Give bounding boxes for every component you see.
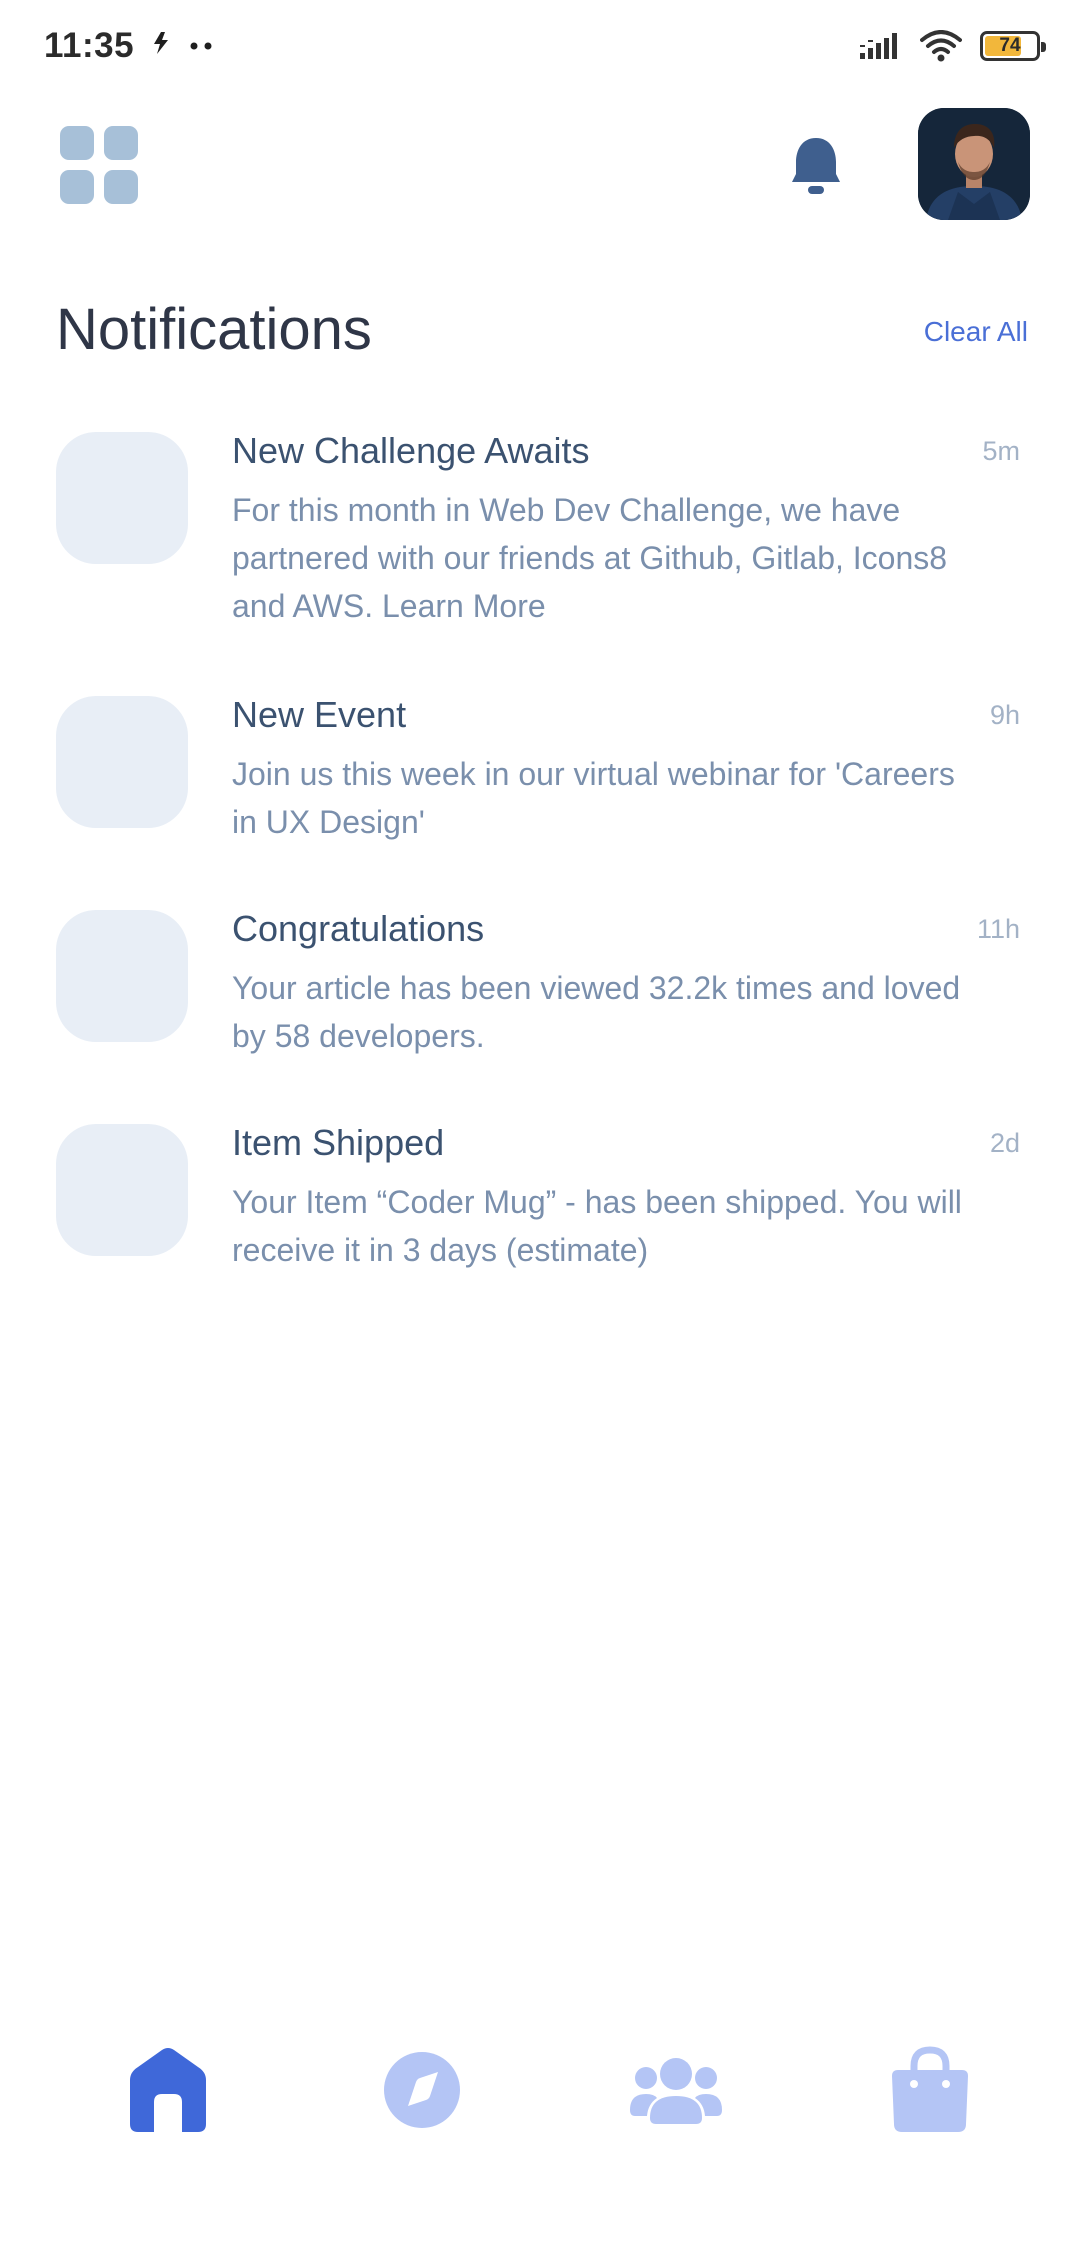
notification-thumbnail xyxy=(56,696,188,828)
notification-time: 5m xyxy=(982,436,1020,466)
status-time: 11:35 xyxy=(44,26,135,65)
notification-body: Your article has been viewed 32.2k times… xyxy=(232,970,961,1054)
clear-all-button[interactable]: Clear All xyxy=(924,316,1028,348)
battery-level: 74 xyxy=(999,35,1021,56)
notification-glyph-icon xyxy=(154,32,168,54)
bell-icon[interactable] xyxy=(790,136,842,196)
notification-thumbnail xyxy=(56,432,188,564)
battery-icon: 74 xyxy=(980,31,1046,61)
dots-icon xyxy=(190,42,212,50)
notification-thumbnail xyxy=(56,910,188,1042)
notification-time: 11h xyxy=(976,914,1020,944)
notification-body: Your Item “Coder Mug” - has been shipped… xyxy=(232,1184,962,1268)
notification-title: New Event xyxy=(232,694,407,735)
battery-cap xyxy=(1041,42,1046,52)
notification-body: For this month in Web Dev Challenge, we … xyxy=(232,492,948,624)
avatar-photo xyxy=(918,108,1030,220)
notification-title: Item Shipped xyxy=(232,1122,445,1163)
notification-title: Congratulations xyxy=(232,908,485,949)
signal-icon xyxy=(860,33,897,59)
bottom-nav xyxy=(0,2040,1080,2170)
menu-grid-icon[interactable] xyxy=(60,126,140,206)
avatar[interactable] xyxy=(918,108,1030,220)
notification-time: 2d xyxy=(989,1128,1020,1158)
home-icon[interactable] xyxy=(118,2040,218,2140)
shopping-bag-icon[interactable] xyxy=(880,2040,980,2140)
notification-thumbnail xyxy=(56,1124,188,1256)
compass-icon[interactable] xyxy=(372,2040,472,2140)
notification-time: 9h xyxy=(989,700,1020,730)
wifi-icon xyxy=(920,30,962,62)
page-title: Notifications xyxy=(56,297,372,362)
notification-title: New Challenge Awaits xyxy=(232,430,590,471)
status-bar: 11:35 74 xyxy=(0,0,1080,100)
notification-body: Join us this week in our virtual webinar… xyxy=(232,756,955,840)
status-right: 74 xyxy=(860,30,1046,62)
community-icon[interactable] xyxy=(626,2040,726,2140)
